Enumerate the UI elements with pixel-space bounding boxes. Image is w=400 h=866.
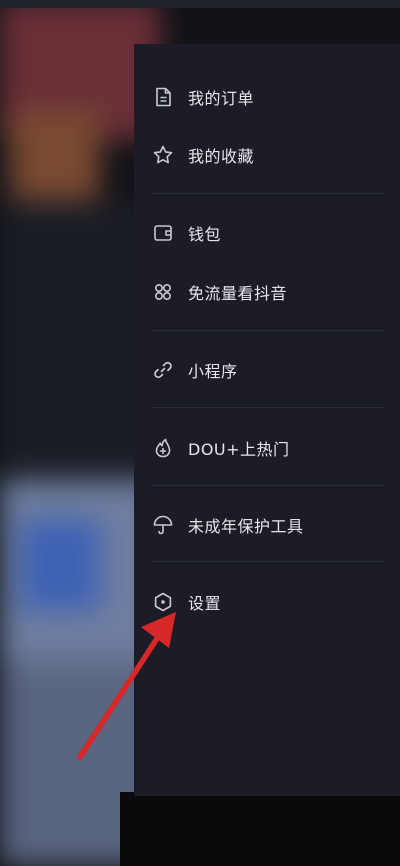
menu-item-mini-programs[interactable]: 小程序 xyxy=(134,342,400,398)
menu-item-label: 我的订单 xyxy=(188,89,255,108)
menu-item-favorites[interactable]: 我的收藏 xyxy=(134,127,400,183)
side-drawer: 我的订单 我的收藏 钱包 免流量看抖音 小程序 DOU+上热门 未成年保护工具 … xyxy=(134,44,400,796)
wallet-icon xyxy=(152,222,174,244)
flame-plus-icon xyxy=(152,437,174,459)
menu-item-label: 小程序 xyxy=(188,362,238,381)
menu-item-wallet[interactable]: 钱包 xyxy=(134,205,400,261)
menu-item-label: 设置 xyxy=(188,594,222,613)
umbrella-icon xyxy=(152,514,174,536)
menu-item-label: 免流量看抖音 xyxy=(188,284,288,303)
divider xyxy=(152,330,384,331)
screen: 我的订单 我的收藏 钱包 免流量看抖音 小程序 DOU+上热门 未成年保护工具 … xyxy=(0,0,400,866)
grid-petal-icon xyxy=(152,281,174,303)
divider xyxy=(152,485,384,486)
star-icon xyxy=(152,144,174,166)
document-icon xyxy=(152,86,174,108)
menu-item-label: 未成年保护工具 xyxy=(188,517,304,536)
divider xyxy=(152,561,384,562)
divider xyxy=(152,407,384,408)
bottom-strip xyxy=(120,792,400,866)
menu-item-label: 我的收藏 xyxy=(188,147,255,166)
link-icon xyxy=(152,359,174,381)
menu-item-label: 钱包 xyxy=(188,225,222,244)
divider xyxy=(152,193,384,194)
menu-item-settings[interactable]: 设置 xyxy=(134,574,400,630)
menu-item-minor-protection[interactable]: 未成年保护工具 xyxy=(134,497,400,553)
menu-item-my-orders[interactable]: 我的订单 xyxy=(134,69,400,125)
menu-item-label: DOU+上热门 xyxy=(188,440,290,459)
hexagon-settings-icon xyxy=(152,591,174,613)
top-edge xyxy=(0,0,400,8)
menu-item-dou-plus[interactable]: DOU+上热门 xyxy=(134,420,400,476)
menu-item-free-data[interactable]: 免流量看抖音 xyxy=(134,264,400,320)
